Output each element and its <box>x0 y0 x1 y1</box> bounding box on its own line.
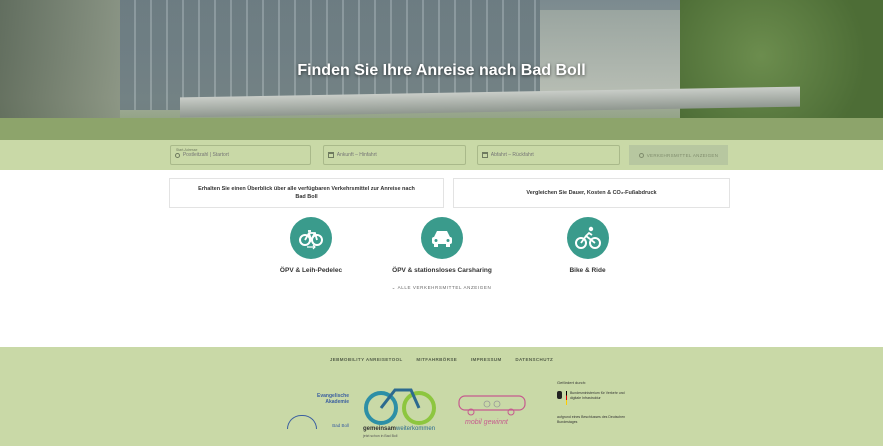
info-overview: Erhalten Sie einen Überblick über alle v… <box>169 178 444 208</box>
info-compare: Vergleichen Sie Dauer, Kosten & CO₂-Fußa… <box>453 178 730 208</box>
logo-mg-text: mobil gewinnt <box>465 419 508 426</box>
car-icon <box>432 231 452 247</box>
footer-nav: JEBMOBILITY ANREISETOOL MITFAHRBÖRSE IMP… <box>0 357 883 362</box>
footer-link-anreisetool[interactable]: JEBMOBILITY ANREISETOOL <box>330 357 403 362</box>
show-transport-label: VERKEHRSMITTEL ANZEIGEN <box>646 152 719 158</box>
show-all-transport-link[interactable]: ⌄ ALLE VERKEHRSMITTEL ANZEIGEN <box>0 285 883 291</box>
mode-circle[interactable] <box>566 217 609 259</box>
logo-gw-bold: gemeinsam <box>363 426 397 432</box>
funder-ministry: Bundesministerium für Verkehr und digita… <box>569 391 625 400</box>
start-address-label: Start-Adresse <box>176 148 198 152</box>
location-pin-icon <box>175 152 180 158</box>
mode-label: ÖPV & stationsloses Carsharing <box>392 267 492 274</box>
arrival-date-field[interactable] <box>323 145 466 165</box>
mode-opv-carsharing[interactable]: ÖPV & stationsloses Carsharing <box>377 217 507 274</box>
mode-bike-ride[interactable]: Bike & Ride <box>545 217 630 274</box>
mode-label: ÖPV & Leih-Pedelec <box>279 267 343 274</box>
hero-banner: Finden Sie Ihre Anreise nach Bad Boll <box>0 0 883 140</box>
calendar-icon <box>482 152 488 158</box>
bus-bike-icon <box>458 395 526 416</box>
bicycle-icon <box>299 230 323 250</box>
logo-gw-rest: weiterkommen <box>396 426 436 432</box>
departure-date-field[interactable] <box>477 145 620 165</box>
funder-heading: Gefördert durch: <box>557 380 587 385</box>
arrival-input[interactable] <box>336 152 465 158</box>
mode-opv-pedelec[interactable]: ÖPV & Leih-Pedelec <box>256 217 366 274</box>
hero-lawn <box>0 118 883 140</box>
hero-title: Finden Sie Ihre Anreise nach Bad Boll <box>297 62 586 79</box>
calendar-icon <box>328 152 334 158</box>
evangelische-akademie-logo[interactable]: Evangelische Akademie Bad Boll <box>287 393 349 433</box>
funder-note: aufgrund eines Beschlusses des Deutschen… <box>557 415 626 424</box>
search-bar: Start-Adresse VERKEHRSMITTEL ANZEIGEN <box>0 140 883 170</box>
logo-ea-line2: Akademie <box>325 399 349 405</box>
gemeinsam-weiterkommen-logo[interactable]: gemeinsamweiterkommen jetzt schon in Bad… <box>361 384 446 442</box>
mobil-gewinnt-logo[interactable]: mobil gewinnt <box>457 392 532 430</box>
footer-link-mitfahrboerse[interactable]: MITFAHRBÖRSE <box>416 357 457 362</box>
departure-input[interactable] <box>490 152 619 158</box>
cyclist-icon <box>574 226 601 249</box>
start-address-input[interactable] <box>182 152 310 158</box>
logo-ea-line3: Bad Boll <box>332 423 349 428</box>
hero-building-right <box>540 10 700 100</box>
mode-label: Bike & Ride <box>569 267 606 274</box>
german-flag-icon <box>565 391 567 405</box>
footer-link-impressum[interactable]: IMPRESSUM <box>471 357 502 362</box>
start-address-field[interactable]: Start-Adresse <box>170 145 311 165</box>
funder-block: Gefördert durch: Bundesministerium für V… <box>557 380 627 440</box>
search-icon <box>638 152 644 158</box>
bicycle-logo-icon <box>364 388 436 425</box>
mode-circle[interactable] <box>290 217 332 259</box>
footer-link-datenschutz[interactable]: DATENSCHUTZ <box>515 357 553 362</box>
show-all-label: ALLE VERKEHRSMITTEL ANZEIGEN <box>397 285 492 290</box>
logo-gw-sub: jetzt schon in Bad Boll <box>363 434 398 438</box>
mode-circle[interactable] <box>421 217 463 259</box>
show-transport-button[interactable]: VERKEHRSMITTEL ANZEIGEN <box>629 145 728 165</box>
arc-icon <box>287 415 317 429</box>
eagle-icon <box>557 391 562 399</box>
